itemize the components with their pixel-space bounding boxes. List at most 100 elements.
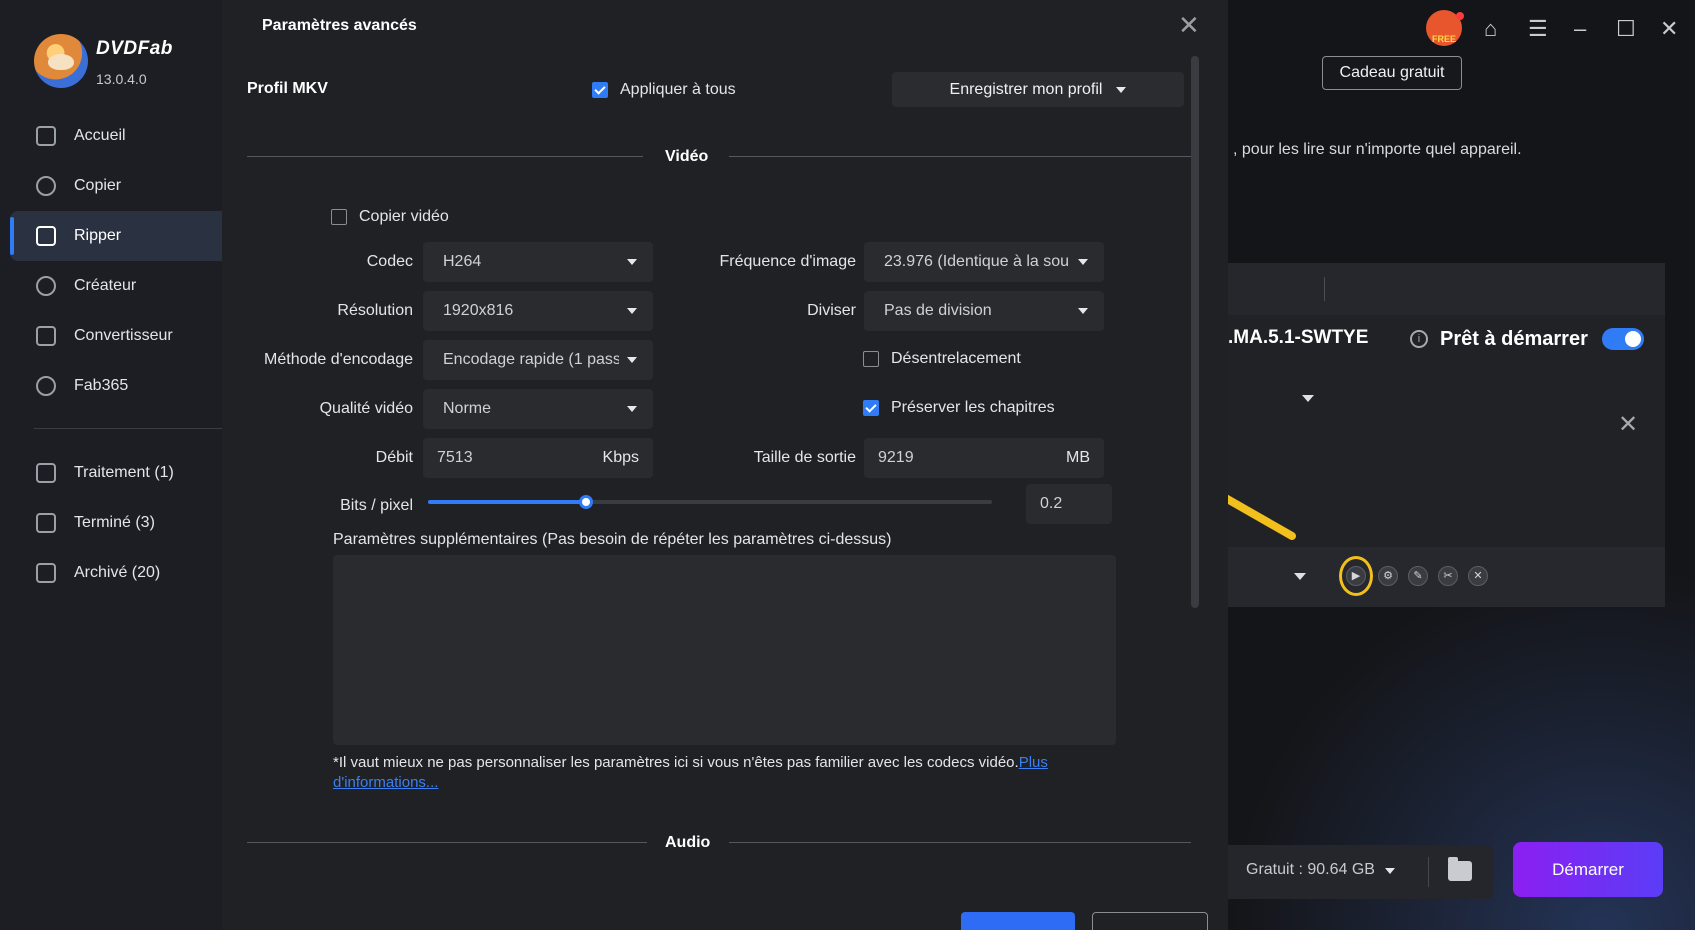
sidebar-item-label: Créateur	[74, 277, 137, 294]
encoding-method-select[interactable]: Encodage rapide (1 passage)	[423, 340, 653, 380]
deinterlace-checkbox[interactable]	[863, 351, 879, 367]
video-section-title: Vidéo	[665, 148, 709, 165]
chevron-down-icon[interactable]	[1294, 573, 1306, 580]
copy-video-checkbox[interactable]	[331, 209, 347, 225]
sidebar-divider	[34, 428, 222, 429]
disc-copy-icon	[36, 176, 56, 196]
video-quality-label: Qualité vidéo	[319, 400, 413, 417]
delete-icon[interactable]: ✕	[1468, 566, 1488, 586]
maximize-icon[interactable]: ☐	[1616, 18, 1636, 40]
section-divider	[729, 842, 1191, 843]
advanced-settings-dialog: Paramètres avancés ✕ Profil MKV Applique…	[222, 0, 1228, 930]
sidebar-item-convertisseur[interactable]: Convertisseur	[10, 311, 222, 361]
clipboard-check-icon	[36, 513, 56, 533]
framerate-value: 23.976 (Identique à la source)	[884, 253, 1070, 270]
disc-create-icon	[36, 276, 56, 296]
task-enable-toggle[interactable]	[1602, 328, 1644, 350]
codec-select[interactable]: H264	[423, 242, 653, 282]
warning-text: *Il vaut mieux ne pas personnaliser les …	[333, 753, 1123, 793]
codec-label: Codec	[366, 253, 413, 270]
apply-all-checkbox[interactable]	[592, 82, 608, 98]
dialog-scrollbar[interactable]	[1191, 56, 1199, 608]
sidebar-item-label: Convertisseur	[74, 327, 173, 344]
video-quality-value: Norme	[443, 400, 492, 417]
sidebar-item-accueil[interactable]: Accueil	[10, 111, 222, 161]
bitrate-value: 7513	[437, 449, 473, 466]
encoding-method-value: Encodage rapide (1 passage)	[443, 351, 619, 368]
close-icon[interactable]: ✕	[1178, 12, 1200, 38]
warning-message: *Il vaut mieux ne pas personnaliser les …	[333, 754, 1019, 771]
dvdfab-logo	[34, 34, 88, 88]
play-highlight-ring	[1339, 556, 1373, 596]
section-divider	[729, 156, 1191, 157]
chevron-down-icon[interactable]	[1302, 395, 1314, 402]
queue-list-icon	[36, 463, 56, 483]
sidebar-item-fab365[interactable]: Fab365	[10, 361, 222, 411]
info-icon[interactable]: i	[1410, 330, 1428, 348]
storage-divider	[1428, 857, 1429, 887]
output-size-unit: MB	[1066, 449, 1090, 466]
settings-icon[interactable]: ⚙	[1378, 566, 1398, 586]
encoding-method-label: Méthode d'encodage	[264, 351, 413, 368]
bitrate-input[interactable]: 7513 Kbps	[423, 438, 653, 478]
sidebar-item-label: Ripper	[74, 227, 122, 244]
bits-per-pixel-input[interactable]: 0.2	[1026, 484, 1112, 524]
save-profile-dropdown[interactable]: Enregistrer mon profil	[892, 72, 1184, 107]
edit-icon[interactable]: ✎	[1408, 566, 1428, 586]
folder-icon[interactable]	[1448, 857, 1472, 881]
sidebar-item-label: Terminé (3)	[74, 514, 155, 531]
sidebar-item-label: Archivé (20)	[74, 564, 161, 581]
cut-icon[interactable]: ✂	[1438, 566, 1458, 586]
remove-task-icon[interactable]: ✕	[1618, 410, 1638, 439]
deinterlace-label: Désentrelacement	[891, 350, 1021, 367]
store-icon[interactable]: ⌂	[1484, 18, 1497, 40]
section-divider	[247, 842, 647, 843]
start-button[interactable]: Démarrer	[1513, 842, 1663, 897]
storage-label: Gratuit : 90.64 GB	[1246, 861, 1375, 878]
copy-video-label: Copier vidéo	[359, 208, 449, 225]
resolution-select[interactable]: 1920x816	[423, 291, 653, 331]
menu-icon[interactable]: ☰	[1528, 18, 1548, 40]
output-size-label: Taille de sortie	[753, 449, 856, 466]
sidebar-item-ripper[interactable]: Ripper	[10, 211, 222, 261]
video-quality-select[interactable]: Norme	[423, 389, 653, 429]
bits-per-pixel-slider-thumb[interactable]	[578, 495, 593, 509]
split-value: Pas de division	[884, 302, 992, 319]
ok-button[interactable]	[961, 912, 1075, 930]
apply-all-label: Appliquer à tous	[620, 81, 736, 98]
sidebar-item-traitement[interactable]: Traitement (1)	[10, 448, 222, 498]
gift-button[interactable]: Cadeau gratuit	[1322, 56, 1462, 90]
brand-name: DVDFab	[96, 38, 173, 59]
home-icon	[36, 126, 56, 146]
preserve-chapters-checkbox[interactable]	[863, 400, 879, 416]
audio-section-title: Audio	[665, 834, 711, 851]
dialog-title: Paramètres avancés	[262, 17, 417, 34]
profile-name: Profil MKV	[247, 80, 328, 97]
save-profile-label: Enregistrer mon profil	[949, 80, 1103, 98]
framerate-label: Fréquence d'image	[719, 253, 856, 270]
preserve-chapters-label: Préserver les chapitres	[891, 399, 1055, 416]
window-close-icon[interactable]: ✕	[1660, 18, 1678, 40]
bits-per-pixel-value: 0.2	[1040, 495, 1063, 512]
fab365-icon	[36, 376, 56, 396]
storage-selector[interactable]: Gratuit : 90.64 GB	[1246, 861, 1396, 879]
minimize-icon[interactable]: –	[1574, 18, 1586, 40]
framerate-select[interactable]: 23.976 (Identique à la source)	[864, 242, 1104, 282]
sidebar-item-archive[interactable]: Archivé (20)	[10, 548, 222, 598]
sidebar-item-label: Accueil	[74, 127, 126, 144]
split-select[interactable]: Pas de division	[864, 291, 1104, 331]
free-badge-label: FREE	[1431, 34, 1456, 44]
chevron-down-icon	[1116, 86, 1127, 93]
cancel-button[interactable]	[1092, 912, 1208, 930]
output-size-input[interactable]: 9219 MB	[864, 438, 1104, 478]
sidebar-item-createur[interactable]: Créateur	[10, 261, 222, 311]
sidebar-item-copier[interactable]: Copier	[10, 161, 222, 211]
extra-params-label: Paramètres supplémentaires (Pas besoin d…	[333, 531, 892, 548]
split-label: Diviser	[807, 302, 856, 319]
bits-per-pixel-slider-fill	[428, 500, 586, 504]
film-icon	[36, 326, 56, 346]
extra-params-textarea[interactable]	[333, 555, 1116, 745]
sidebar-item-termine[interactable]: Terminé (3)	[10, 498, 222, 548]
output-size-value: 9219	[878, 449, 914, 466]
codec-value: H264	[443, 253, 482, 270]
